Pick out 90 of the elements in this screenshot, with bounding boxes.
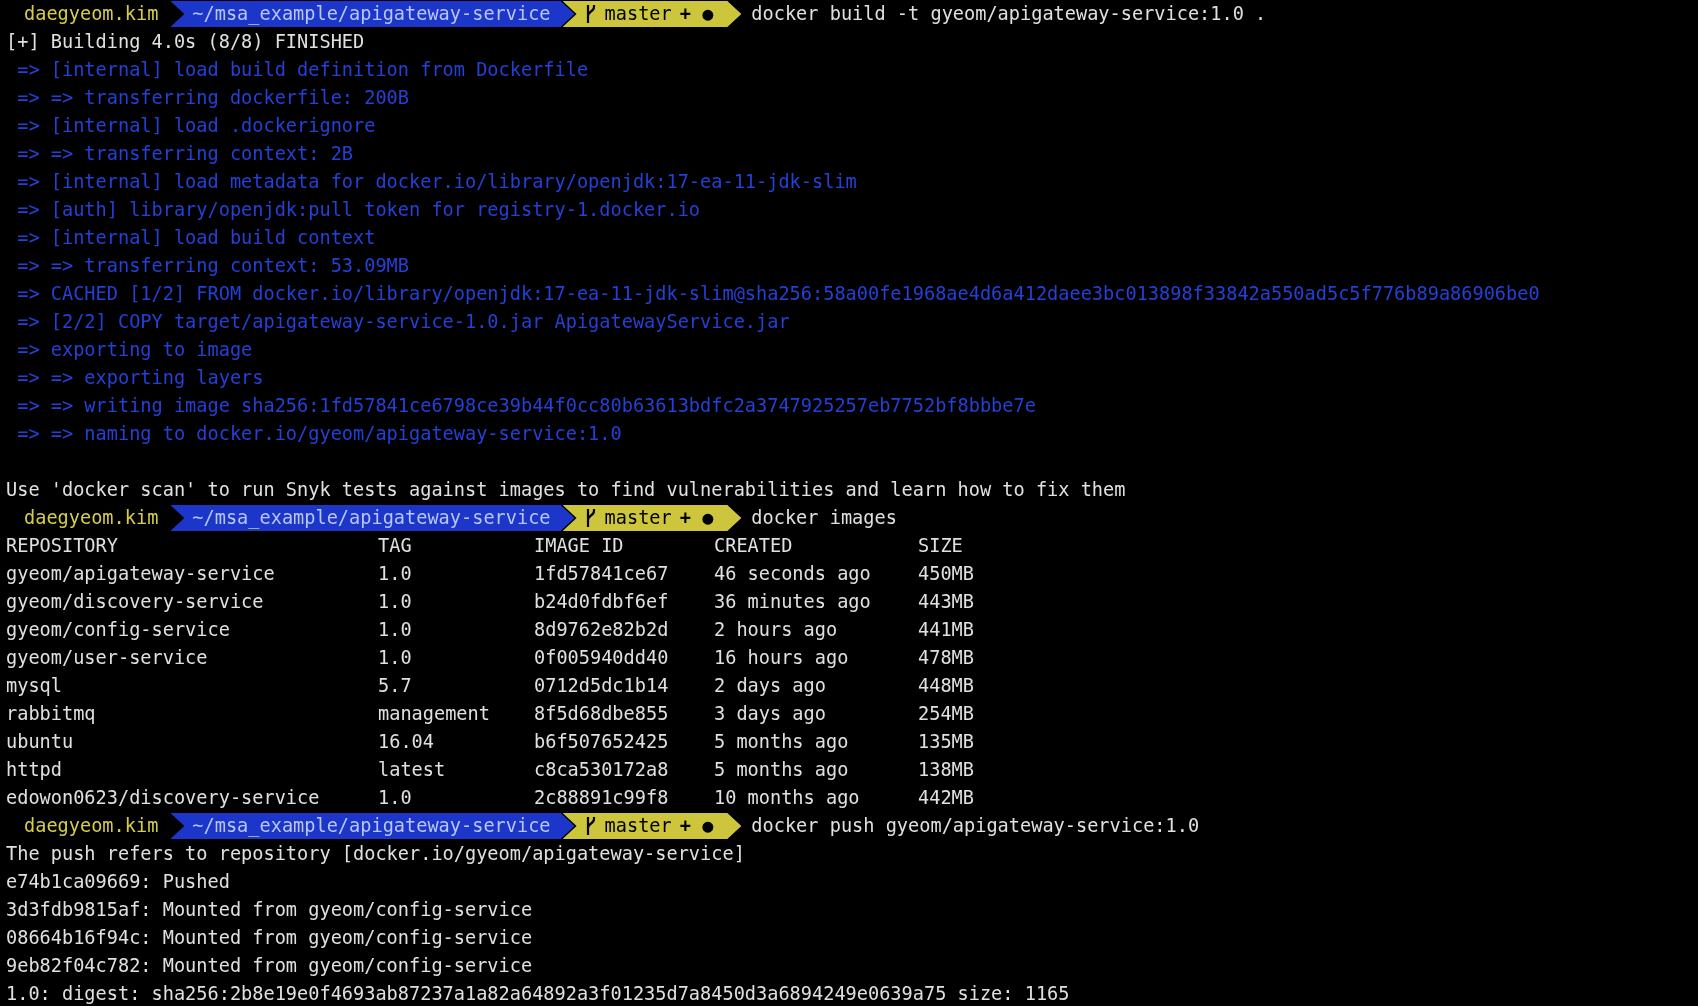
table-cell: 5 months ago	[714, 731, 849, 752]
table-cell: 1.0	[378, 591, 412, 612]
table-cell: 46 seconds ago	[714, 563, 871, 584]
table-cell: 450MB	[918, 563, 974, 584]
table-cell: 1.0	[378, 647, 412, 668]
branch-icon	[584, 508, 597, 528]
table-cell: rabbitmq	[6, 703, 96, 724]
branch-name: master	[604, 814, 672, 839]
table-cell: 1.0	[378, 619, 412, 640]
table-cell: gyeom/user-service	[6, 647, 208, 668]
table-cell: c8ca530172a8	[534, 759, 669, 780]
branch-icon	[584, 4, 597, 24]
table-cell: 1.0	[378, 563, 412, 584]
build-log-line: => [internal] load .dockerignore	[16, 114, 377, 138]
table-cell: 0f005940dd40	[534, 647, 669, 668]
command-text: docker images	[750, 506, 897, 531]
build-log-line: => => transferring context: 2B	[16, 142, 355, 166]
git-status: + ●	[679, 814, 714, 839]
output-line: 9eb82f04c782: Mounted from gyeom/config-service	[6, 954, 534, 978]
branch-icon	[584, 816, 597, 836]
column-header: TAG	[378, 535, 412, 556]
table-cell: management	[378, 703, 490, 724]
table-cell: 2 days ago	[714, 675, 826, 696]
table-cell: 5.7	[378, 675, 412, 696]
build-log-line: => => transferring dockerfile: 200B	[16, 86, 410, 110]
table-cell: 442MB	[918, 787, 974, 808]
table-cell: latest	[378, 759, 446, 780]
table-cell: 3 days ago	[714, 703, 826, 724]
command-text: docker build -t gyeom/apigateway-service:1.0 .	[750, 2, 1267, 27]
build-log-line: => => transferring context: 53.09MB	[16, 254, 410, 278]
output-line: 3d3fdb9815af: Mounted from gyeom/config-service	[6, 898, 534, 922]
build-log-line: => [2/2] COPY target/apigateway-service-1.0.jar ApigatewayService.jar	[16, 310, 791, 334]
table-cell: 478MB	[918, 647, 974, 668]
table-cell: gyeom/apigateway-service	[6, 563, 275, 584]
build-log-line: => [internal] load metadata for docker.io/library/openjdk:17-ea-11-jdk-slim	[16, 170, 858, 194]
build-log-line: => => writing image sha256:1fd57841ce6798ce39b44f0cc80b63613bdfc2a3747925257eb7752bf8bbbe7e	[16, 394, 1037, 418]
table-cell: 36 minutes ago	[714, 591, 871, 612]
table-cell: 135MB	[918, 731, 974, 752]
table-cell: edowon0623/discovery-service	[6, 787, 320, 808]
table-cell: 448MB	[918, 675, 974, 696]
build-log-line: => CACHED [1/2] FROM docker.io/library/openjdk:17-ea-11-jdk-slim@sha256:58a00fe1968ae4d6a412daee3bc013898f33842a550ad5c5f776b89a86906be0	[16, 282, 1541, 306]
column-header: CREATED	[714, 535, 793, 556]
table-cell: 5 months ago	[714, 759, 849, 780]
table-cell: 16.04	[378, 731, 434, 752]
table-cell: 2c88891c99f8	[534, 787, 669, 808]
column-header: IMAGE ID	[534, 535, 624, 556]
branch-name: master	[604, 2, 672, 27]
output-line: Use 'docker scan' to run Snyk tests against images to find vulnerabilities and learn how to fix them	[6, 478, 1127, 502]
table-cell: 0712d5dc1b14	[534, 675, 669, 696]
git-status: + ●	[679, 506, 714, 531]
table-cell: b24d0fdbf6ef	[534, 591, 669, 612]
prompt-path-segment: ~/msa_example/apigateway-service	[170, 505, 575, 531]
table-cell: 1.0	[378, 787, 412, 808]
table-cell: b6f507652425	[534, 731, 669, 752]
column-header: SIZE	[918, 535, 963, 556]
table-cell: ubuntu	[6, 731, 74, 752]
build-log-line: => [internal] load build context	[16, 226, 377, 250]
table-cell: 443MB	[918, 591, 974, 612]
prompt-path-segment: ~/msa_example/apigateway-service	[170, 1, 575, 27]
git-status: + ●	[679, 2, 714, 27]
table-cell: 254MB	[918, 703, 974, 724]
table-cell: 2 hours ago	[714, 619, 838, 640]
table-cell: 16 hours ago	[714, 647, 849, 668]
column-header: REPOSITORY	[6, 535, 118, 556]
output-line: [+] Building 4.0s (8/8) FINISHED	[6, 30, 366, 54]
prompt-user: daegyeom.kim	[23, 506, 160, 531]
output-line: e74b1ca09669: Pushed	[6, 870, 231, 894]
table-cell: gyeom/config-service	[6, 619, 230, 640]
table-cell: 138MB	[918, 759, 974, 780]
prompt-user: daegyeom.kim	[23, 2, 160, 27]
table-cell: gyeom/discovery-service	[6, 591, 264, 612]
build-log-line: => => exporting layers	[16, 366, 265, 390]
build-log-line: => [auth] library/openjdk:pull token for registry-1.docker.io	[16, 198, 702, 222]
table-cell: 8d9762e82b2d	[534, 619, 669, 640]
table-cell: mysql	[6, 675, 62, 696]
table-cell: httpd	[6, 759, 62, 780]
prompt-user: daegyeom.kim	[23, 814, 160, 839]
build-log-line: => exporting to image	[16, 338, 254, 362]
branch-name: master	[604, 506, 672, 531]
table-cell: 441MB	[918, 619, 974, 640]
table-cell: 8f5d68dbe855	[534, 703, 669, 724]
output-line: 08664b16f94c: Mounted from gyeom/config-service	[6, 926, 534, 950]
table-cell: 10 months ago	[714, 787, 860, 808]
build-log-line: => => naming to docker.io/gyeom/apigateway-service:1.0	[16, 422, 623, 446]
prompt-path-segment: ~/msa_example/apigateway-service	[170, 813, 575, 839]
command-text: docker push gyeom/apigateway-service:1.0	[750, 814, 1200, 839]
output-line: 1.0: digest: sha256:2b8e19e0f4693ab87237a1a82a64892a3f01235d7a8450d3a6894249e0639a75 size: 1165	[6, 982, 1071, 1006]
output-line: The push refers to repository [docker.io/gyeom/apigateway-service]	[6, 842, 746, 866]
build-log-line: => [internal] load build definition from Dockerfile	[16, 58, 590, 82]
table-cell: 1fd57841ce67	[534, 563, 669, 584]
